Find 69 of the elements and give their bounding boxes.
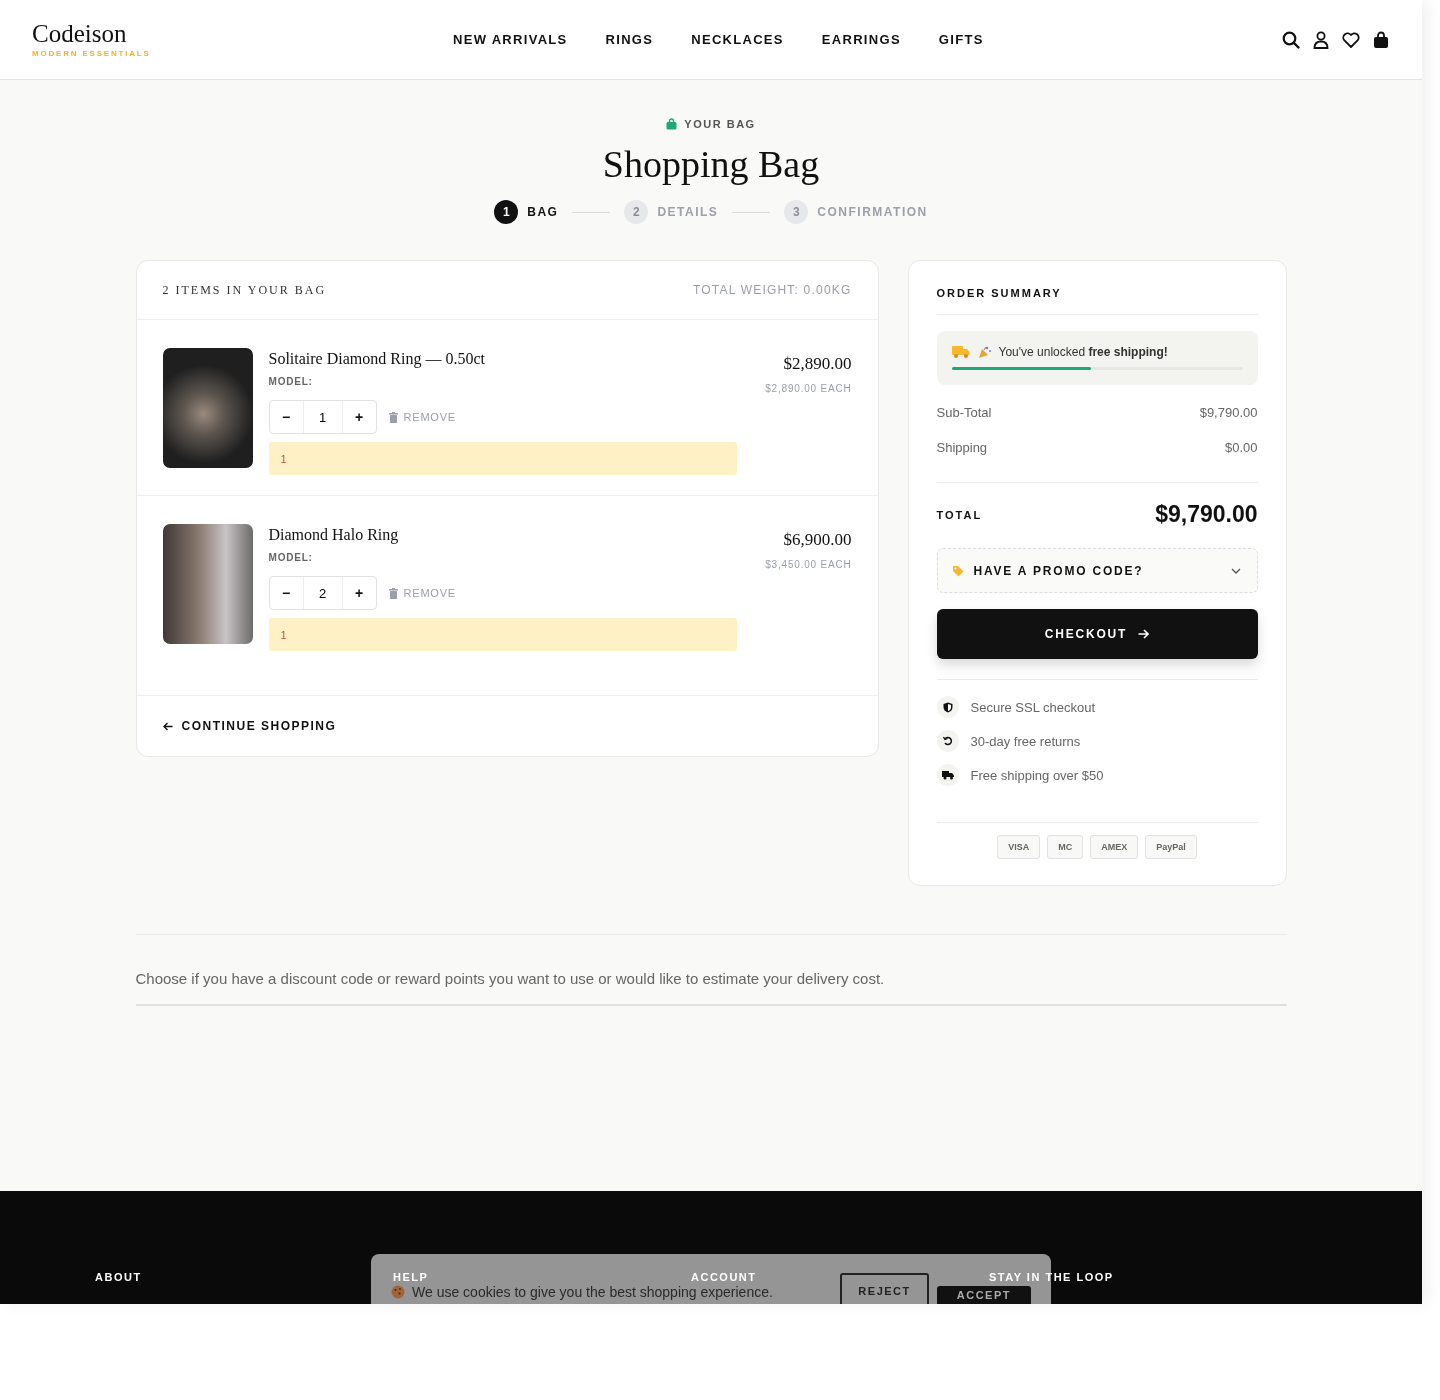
- truck-icon: [936, 764, 959, 786]
- accept-button[interactable]: ACCEPT: [936, 1286, 1031, 1304]
- model-label: MODEL:: [268, 552, 314, 563]
- payment-method-badge: MC: [1047, 835, 1084, 859]
- arrow-left-icon: [162, 721, 173, 731]
- trash-icon: [388, 411, 398, 423]
- line-price: $6,900.00: [782, 530, 852, 550]
- unit-price: $2,890.00 EACH: [764, 383, 852, 394]
- summary-value: $0.00: [1224, 440, 1258, 455]
- increase-button[interactable]: +: [342, 401, 376, 433]
- bag-icon: [666, 118, 678, 130]
- continue-shopping-link[interactable]: CONTINUE SHOPPING: [162, 719, 337, 733]
- decrease-button[interactable]: −: [269, 401, 303, 433]
- summary-value: $9,790.00: [1199, 405, 1258, 420]
- increase-button[interactable]: +: [342, 577, 376, 609]
- line-price: $2,890.00: [782, 354, 852, 374]
- total-value: $9,790.00: [1155, 501, 1258, 528]
- nav-link[interactable]: GIFTS: [938, 32, 984, 47]
- model-label: MODEL:: [268, 376, 314, 387]
- nav-link[interactable]: EARRINGS: [821, 32, 901, 47]
- discount-note: Choose if you have a discount code or reward points you want to use or would like to estimate your delivery cost.: [135, 970, 886, 987]
- cookie-message: We use cookies to give you the best shopping experience.: [412, 1284, 773, 1300]
- user-icon[interactable]: [1313, 30, 1329, 49]
- footer-heading: ABOUT: [95, 1271, 142, 1283]
- bag-icon[interactable]: [1373, 30, 1389, 49]
- nav-link[interactable]: RINGS: [605, 32, 654, 47]
- payment-method-badge: VISA: [997, 835, 1041, 859]
- reject-button[interactable]: REJECT: [840, 1273, 929, 1304]
- footer-heading: HELP: [393, 1271, 429, 1283]
- checkout-button[interactable]: CHECKOUT: [936, 609, 1258, 659]
- total-weight: TOTAL WEIGHT: 0.00KG: [693, 283, 852, 297]
- page-title: Shopping Bag: [601, 142, 821, 186]
- search-icon[interactable]: [1282, 30, 1300, 49]
- summary-label: Sub-Total: [936, 405, 992, 420]
- eyebrow-label: YOUR BAG: [684, 118, 756, 130]
- arrow-right-icon: [1138, 629, 1150, 639]
- logo-tagline: MODERN ESSENTIALS: [32, 49, 151, 58]
- payment-method-badge: PayPal: [1145, 835, 1197, 859]
- product-name[interactable]: Solitaire Diamond Ring — 0.50ct: [268, 350, 737, 368]
- tag-icon: [951, 564, 964, 577]
- shield-icon: [936, 696, 959, 718]
- cookie-icon: [391, 1285, 405, 1299]
- chevron-down-icon: [1230, 567, 1241, 574]
- quantity-value[interactable]: 2: [302, 577, 343, 609]
- decrease-button[interactable]: −: [269, 577, 303, 609]
- trash-icon: [388, 587, 398, 599]
- promo-code-toggle[interactable]: HAVE A PROMO CODE?: [936, 548, 1258, 593]
- truck-icon: [951, 345, 970, 359]
- checkout-step[interactable]: 1 BAG: [494, 200, 559, 224]
- assurance-text: 30-day free returns: [970, 733, 1081, 749]
- payment-method-badge: AMEX: [1090, 835, 1139, 859]
- product-name[interactable]: Diamond Halo Ring: [268, 526, 737, 544]
- total-label: TOTAL: [936, 508, 983, 521]
- item-count: 2 ITEMS IN YOUR BAG: [162, 282, 327, 298]
- summary-label: Shipping: [936, 440, 988, 455]
- summary-title: ORDER SUMMARY: [936, 287, 1258, 315]
- quantity-value[interactable]: 1: [302, 401, 343, 433]
- logo[interactable]: Codeison: [32, 21, 127, 46]
- assurance-text: Secure SSL checkout: [970, 699, 1096, 715]
- heart-icon[interactable]: [1342, 31, 1360, 48]
- party-popper-icon: [977, 345, 991, 359]
- shipping-message: You've unlocked free shipping!: [998, 345, 1168, 359]
- assurance-text: Free shipping over $50: [970, 767, 1104, 783]
- item-note: 1: [268, 442, 737, 475]
- footer-heading: ACCOUNT: [691, 1271, 757, 1283]
- unit-price: $3,450.00 EACH: [764, 559, 852, 570]
- nav-link[interactable]: NEW ARRIVALS: [453, 32, 568, 47]
- item-note: 1: [268, 618, 737, 651]
- nav-link[interactable]: NECKLACES: [691, 32, 784, 47]
